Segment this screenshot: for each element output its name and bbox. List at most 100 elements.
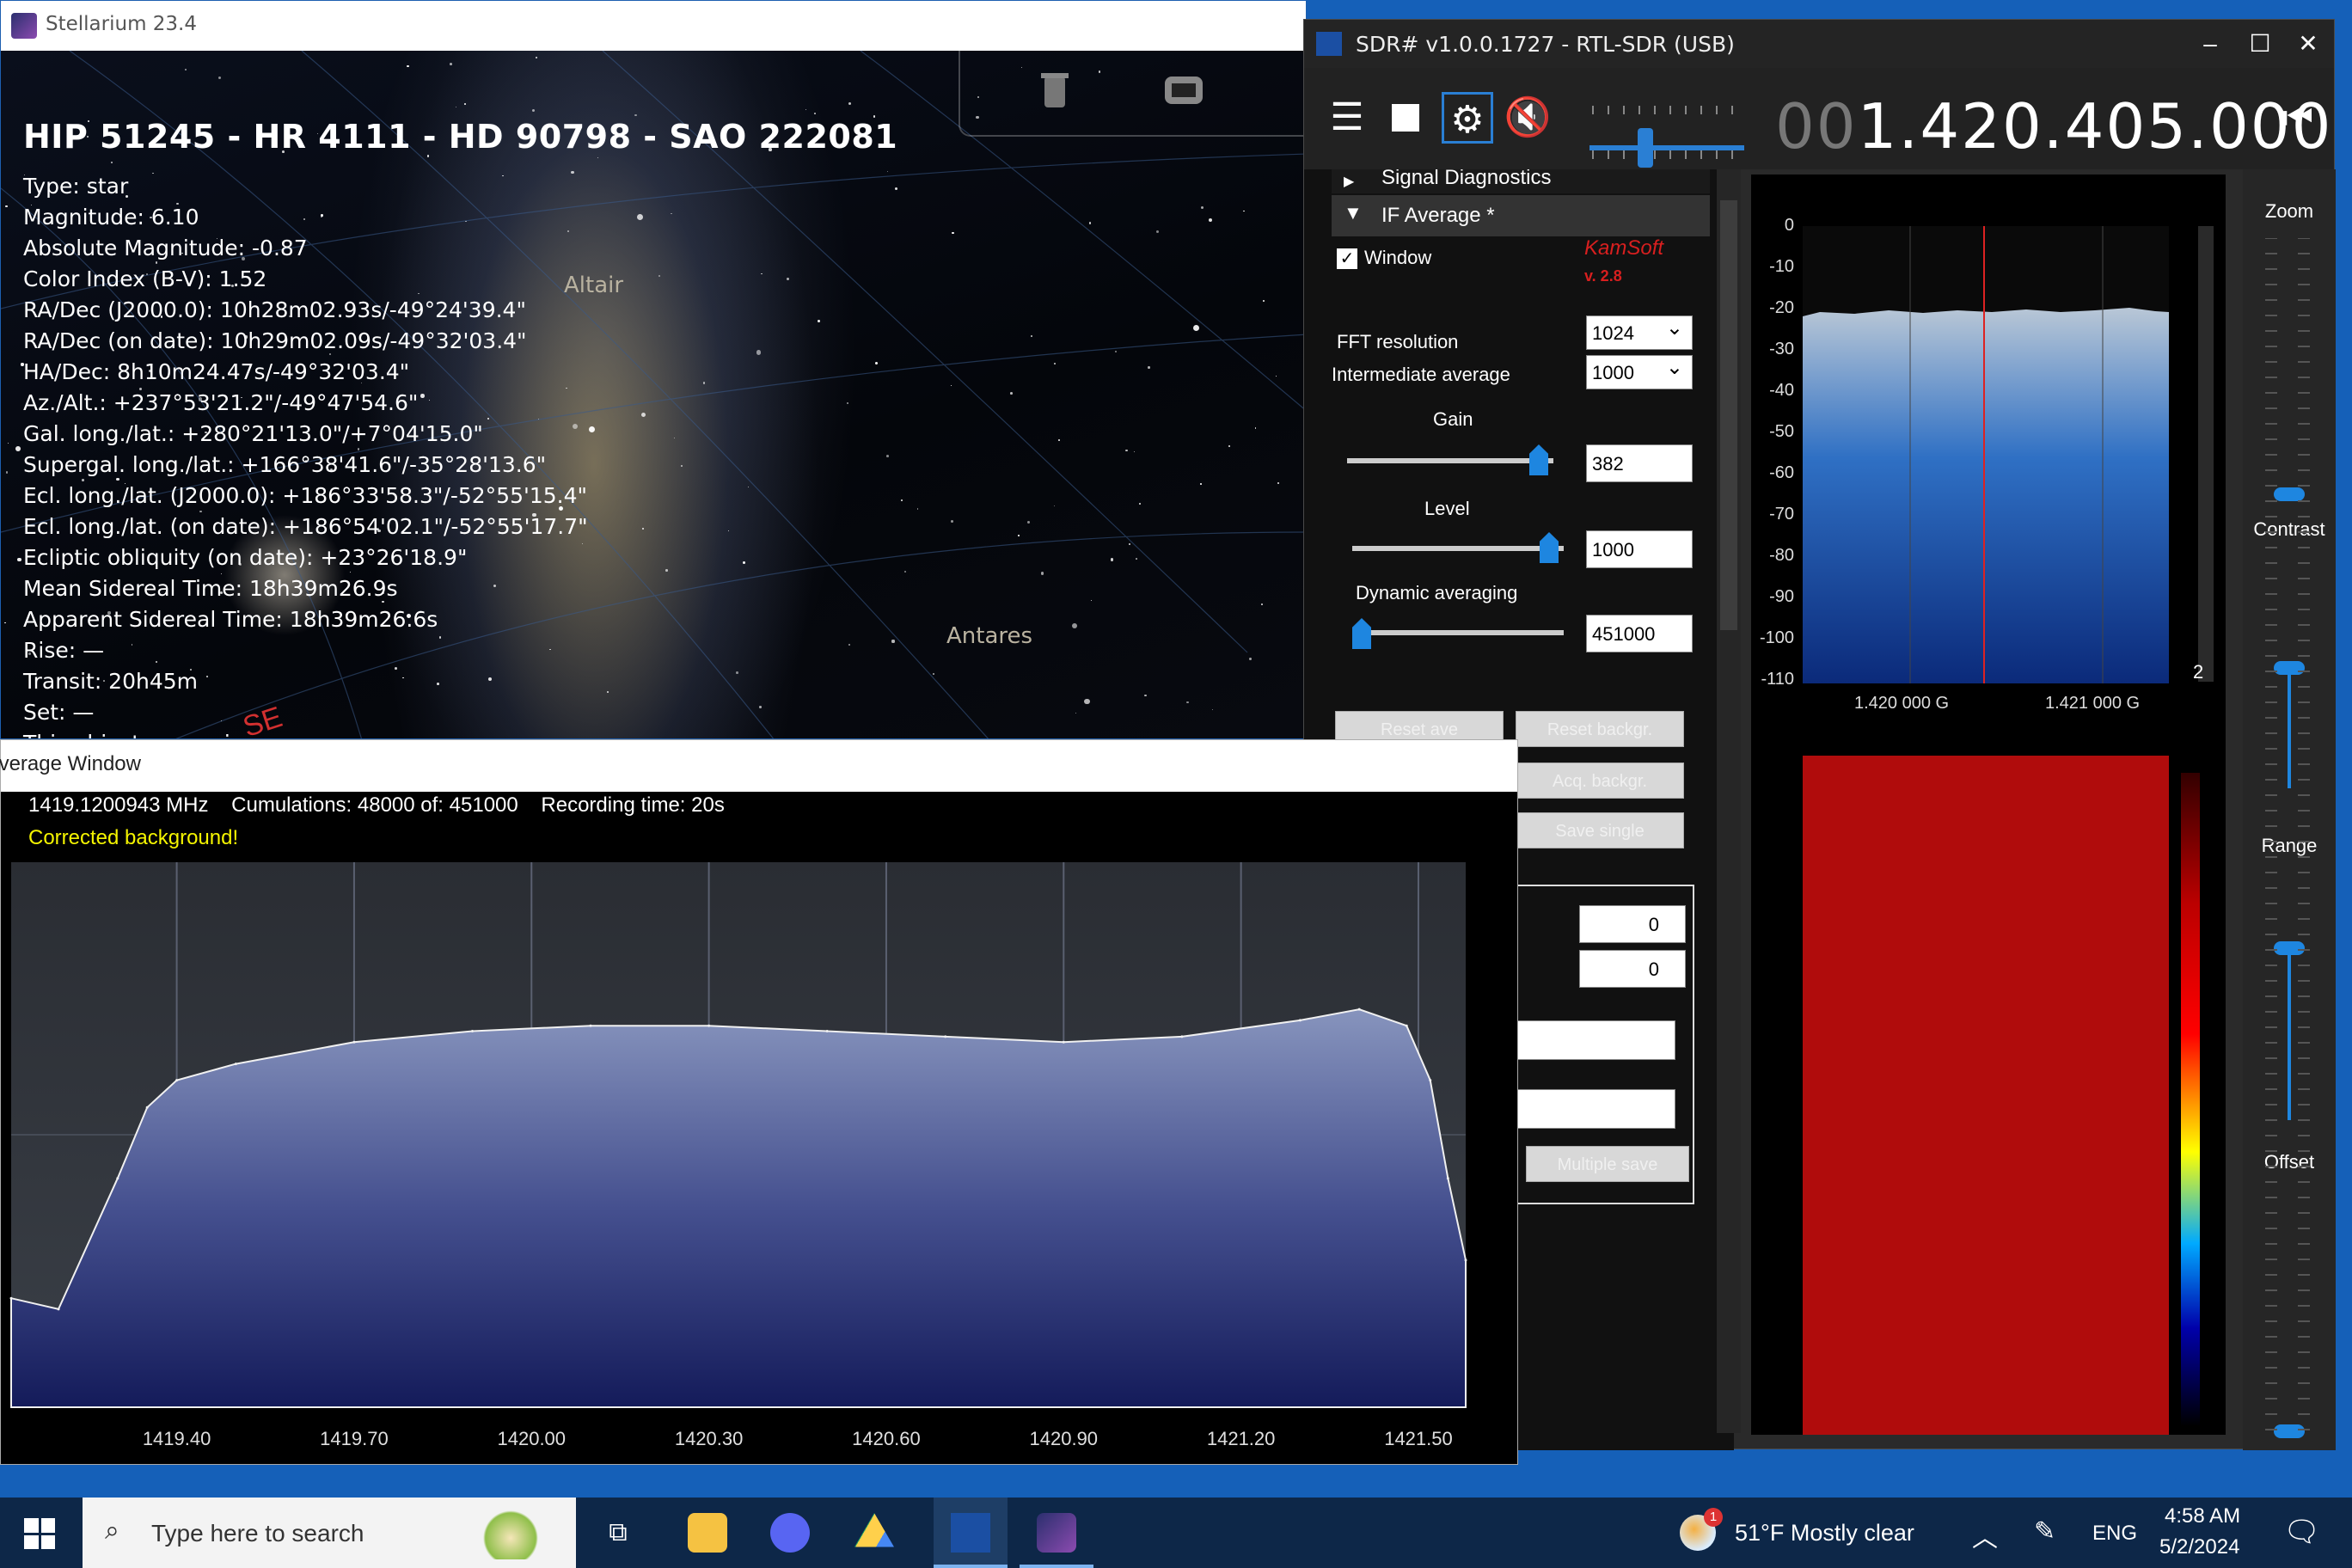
info-line: Rise: — <box>23 638 105 663</box>
data-point <box>1298 1019 1302 1022</box>
stellarium-titlebar[interactable]: Stellarium 23.4 <box>1 1 1306 51</box>
star <box>184 68 187 71</box>
show-hidden-icons-icon[interactable]: ︿ <box>1972 1516 1998 1554</box>
collapse-arrow-icon: ▼ <box>1344 202 1363 224</box>
clock-date[interactable]: 5/2/2024 <box>2159 1535 2239 1559</box>
info-line: Type: star <box>23 174 129 199</box>
star <box>1249 657 1253 660</box>
spectrum-y-tick: -30 <box>1769 340 1794 358</box>
star <box>535 56 538 58</box>
star <box>1228 445 1231 448</box>
pen-icon[interactable]: ✎ <box>2034 1516 2055 1547</box>
zoom-label: Zoom <box>2264 200 2314 222</box>
volume-slider-ticks <box>1592 106 1733 159</box>
file-explorer-icon[interactable] <box>688 1513 727 1553</box>
star <box>1263 300 1265 302</box>
window-checkbox[interactable]: ✓ <box>1337 248 1357 269</box>
settings-gear-icon[interactable]: ⚙ <box>1442 92 1493 144</box>
discord-icon[interactable] <box>770 1513 810 1553</box>
spin-input-1[interactable]: 0 <box>1579 905 1686 943</box>
screenshot-icon[interactable] <box>1156 63 1211 118</box>
section-signal-diagnostics[interactable]: Signal Diagnostics <box>1332 169 1710 193</box>
x-tick-label: 1420.90 <box>1030 1428 1099 1449</box>
text-field-2[interactable] <box>1517 1089 1675 1129</box>
x-tick-label: 1421.20 <box>1207 1428 1276 1449</box>
window-checkbox-label: Window <box>1364 247 1432 268</box>
data-point <box>1357 1008 1361 1011</box>
stellarium-taskbar-button[interactable] <box>1020 1498 1093 1568</box>
star <box>1057 438 1060 442</box>
x-tick-label: 1420.60 <box>852 1428 921 1449</box>
star <box>950 384 952 386</box>
sdr-titlebar[interactable]: SDR# v1.0.0.1727 - RTL-SDR (USB) – ☐ ✕ <box>1304 20 2334 68</box>
star <box>1136 557 1138 560</box>
info-line: Ecl. long./lat. (J2000.0): +186°33'58.3"… <box>23 483 588 508</box>
average-window-titlebar[interactable]: Average Window <box>0 740 1517 792</box>
spin-input-2[interactable]: 0 <box>1579 950 1686 988</box>
plugin-scrollbar-thumb[interactable] <box>1720 200 1737 630</box>
star <box>218 76 222 79</box>
dynamic-averaging-slider[interactable] <box>1352 630 1564 635</box>
data-point <box>1062 1040 1065 1044</box>
maximize-button[interactable]: ☐ <box>2236 27 2284 61</box>
info-line: Magnitude: 6.10 <box>23 205 199 230</box>
star <box>1139 502 1142 505</box>
taskbar-search-box[interactable]: ⌕ Type here to search <box>83 1498 576 1568</box>
star <box>1075 712 1076 714</box>
star <box>951 231 954 235</box>
star <box>1090 599 1092 601</box>
gain-slider[interactable] <box>1347 458 1553 463</box>
weather-text[interactable]: 51°F Mostly clear <box>1735 1520 1914 1547</box>
minimize-button[interactable]: – <box>2186 27 2234 61</box>
star <box>1026 521 1030 524</box>
reset-backgr-button[interactable]: Reset backgr. <box>1516 711 1684 747</box>
star <box>1208 218 1212 223</box>
stop-icon[interactable] <box>1380 92 1431 144</box>
spectrum-y-tick: -20 <box>1769 298 1794 317</box>
language-indicator[interactable]: ENG <box>2092 1522 2137 1546</box>
trash-icon[interactable] <box>1027 63 1082 118</box>
sdr-taskbar-button[interactable] <box>934 1498 1008 1568</box>
expand-arrow-icon: ▶ <box>1344 175 1355 189</box>
level-input[interactable]: 1000 <box>1586 530 1693 568</box>
sky-view[interactable]: Altair Antares SE HIP 51245 - HR 4111 - … <box>1 51 1306 738</box>
spectrum-x-tick: 1.420 000 G <box>1854 694 1950 713</box>
notifications-icon[interactable]: 🗨 <box>2283 1515 2320 1549</box>
fft-resolution-label: FFT resolution <box>1337 331 1459 352</box>
spectrum-analyzer[interactable]: 0 -10 -20 -30 -40 -50 -60 -70 -80 -90 -100 -110 1.4… <box>1751 175 2226 745</box>
gain-input[interactable]: 382 <box>1586 444 1693 482</box>
volume-slider[interactable] <box>1589 145 1744 150</box>
star-label-antares[interactable]: Antares <box>946 623 1032 649</box>
multiple-save-button[interactable]: Multiple save <box>1526 1146 1689 1182</box>
average-spectrum-chart[interactable]: 1419.40 1419.70 1420.00 1420.30 1420.60 1420.… <box>1 861 1519 1466</box>
volume-slider-handle[interactable] <box>1638 128 1653 168</box>
intermediate-average-select[interactable]: 1000 <box>1586 351 1693 389</box>
x-tick-label: 1419.40 <box>143 1428 211 1449</box>
section-if-average[interactable]: IF Average * <box>1332 195 1710 236</box>
star <box>1054 363 1057 365</box>
waterfall-display[interactable] <box>1751 738 2226 1435</box>
start-button-icon[interactable] <box>24 1518 55 1549</box>
dynamic-averaging-input[interactable]: 451000 <box>1586 615 1693 652</box>
save-single-button[interactable]: Save single <box>1516 812 1684 848</box>
average-window[interactable]: Average Window 1419.1200943 MHz Cumulati… <box>0 739 1518 1465</box>
mute-speaker-icon[interactable]: 🔇 <box>1502 92 1553 144</box>
close-button[interactable]: ✕ <box>2284 27 2332 61</box>
hamburger-menu-icon[interactable]: ☰ <box>1321 92 1373 144</box>
average-info-line: 1419.1200943 MHz Cumulations: 48000 of: … <box>28 793 725 818</box>
data-point <box>1180 1035 1184 1038</box>
google-drive-icon[interactable] <box>854 1513 894 1547</box>
fft-resolution-select[interactable]: 1024 <box>1586 311 1693 350</box>
info-line: Mean Sidereal Time: 18h39m26.9s <box>23 576 398 601</box>
current-frequency: 1419.1200943 MHz <box>28 793 209 817</box>
frequency-display[interactable]: 001.420.405.000 <box>1775 90 2332 162</box>
stellarium-window[interactable]: Stellarium 23.4 Altair Antares SE HIP 51… <box>0 0 1307 739</box>
text-field-1[interactable] <box>1517 1020 1675 1060</box>
clock-time[interactable]: 4:58 AM <box>2165 1504 2240 1528</box>
level-slider[interactable] <box>1352 546 1564 551</box>
task-view-icon[interactable]: ⧉ <box>598 1513 638 1553</box>
acq-backgr-button[interactable]: Acq. backgr. <box>1516 763 1684 799</box>
star <box>1128 543 1130 545</box>
data-point <box>1429 1079 1432 1082</box>
tune-step-icon[interactable]: ⏮ <box>2272 92 2324 144</box>
